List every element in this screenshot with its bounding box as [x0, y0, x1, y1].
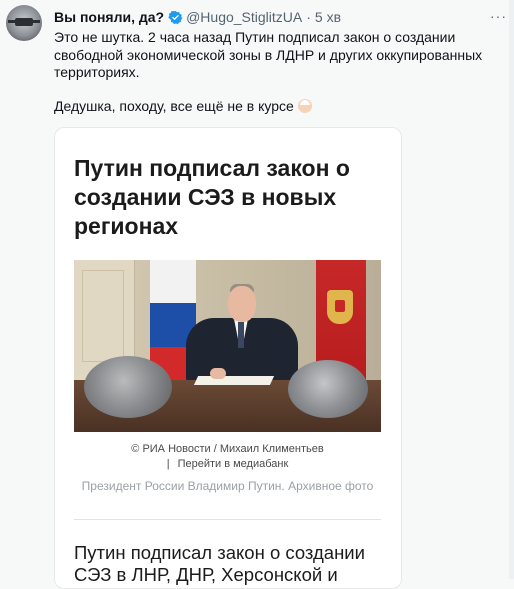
tweet-text-paragraph-2-text: Дедушка, походу, все ещё не в курсе	[54, 97, 294, 114]
tweet-header: Вы поняли, да? @Hugo_StiglitzUA · 5 хв	[54, 9, 341, 26]
photo-description: Президент России Владимир Путин. Архивно…	[81, 479, 374, 493]
media-link-row: | Перейти в медиабанк	[74, 457, 381, 472]
media-bank-link[interactable]: Перейти в медиабанк	[178, 458, 289, 470]
photo-credit-block: © РИА Новости / Михаил Климентьев | Перей…	[74, 442, 381, 472]
avatar-drone-image	[8, 18, 40, 26]
link-separator: |	[166, 458, 170, 470]
microphone-left	[84, 356, 172, 418]
separator-dot: ·	[306, 9, 311, 25]
tweet-timestamp[interactable]: 5 хв	[315, 9, 341, 26]
author-avatar[interactable]	[6, 5, 42, 41]
scrollbar[interactable]	[509, 0, 514, 579]
article-second-headline: Путин подписал закон о создании СЭЗ в ЛН…	[74, 542, 365, 585]
person-head	[228, 286, 256, 322]
photo-credit: © РИА Новости / Михаил Климентьев	[131, 443, 324, 455]
tweet-text: Это не шутка. 2 часа назад Путин подписа…	[54, 29, 504, 115]
old-man-emoji-icon	[297, 98, 312, 113]
author-handle[interactable]: @Hugo_StiglitzUA	[186, 9, 302, 26]
verified-badge-icon	[168, 10, 183, 25]
author-name[interactable]: Вы поняли, да?	[54, 9, 164, 26]
microphone-right	[288, 360, 368, 418]
more-horizontal-icon[interactable]: ···	[490, 8, 507, 24]
tweet-text-paragraph-2: Дедушка, походу, все ещё не в курсе	[54, 98, 504, 116]
card-divider	[74, 519, 381, 520]
document-paper	[193, 376, 275, 385]
person-hand	[210, 368, 226, 379]
tweet-text-paragraph-1: Это не шутка. 2 часа назад Путин подписа…	[54, 29, 483, 80]
attached-screenshot-card[interactable]: Путин подписал закон о создании СЭЗ в но…	[54, 127, 402, 589]
article-photo	[74, 260, 381, 432]
article-title: Путин подписал закон о создании СЭЗ в но…	[74, 155, 350, 239]
person-tie	[238, 322, 244, 348]
